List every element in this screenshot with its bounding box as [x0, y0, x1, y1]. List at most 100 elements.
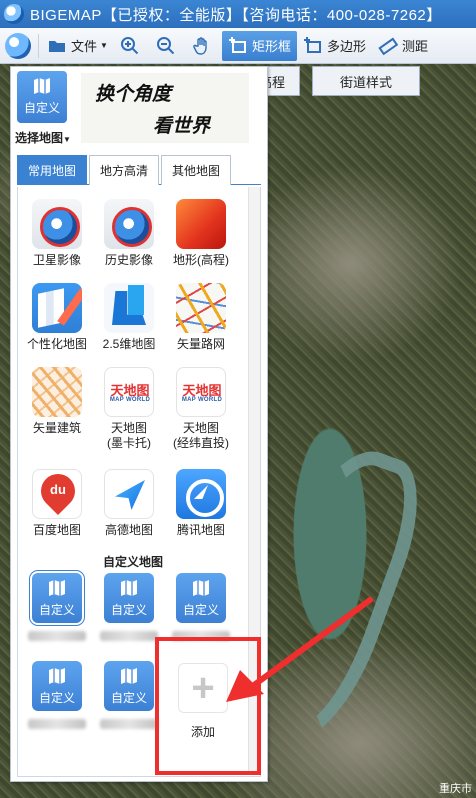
- file-menu-label: 文件: [71, 39, 98, 54]
- chevron-down-icon: ▼: [63, 135, 71, 144]
- custom-map-button[interactable]: 自定义: [32, 661, 82, 711]
- map-tile-label: 矢量建筑: [32, 421, 81, 435]
- map-tile-tianditu-latlon[interactable]: 天地图 MAP WORLD 天地图 (经纬直投): [164, 361, 238, 450]
- choose-map-dropdown[interactable]: 选择地图▼: [15, 129, 71, 146]
- custom-map-label: 自定义: [38, 603, 75, 617]
- slogan-line-2: 看世界: [153, 115, 211, 137]
- custom-maps-section-title: 自定义地图: [102, 555, 163, 569]
- zoom-in-button[interactable]: [114, 31, 150, 61]
- baidu-logo-text: du: [50, 482, 66, 497]
- polygon-tool-button[interactable]: 多边形: [297, 31, 372, 61]
- zoom-out-icon: [156, 36, 175, 54]
- rectangle-select-icon: [228, 36, 246, 53]
- toolbar-divider: [38, 33, 39, 58]
- custom-style-map-icon: [32, 283, 82, 333]
- gaode-map-icon: [104, 469, 154, 519]
- tianditu-logo-sub: MAP WORLD: [109, 397, 151, 403]
- polygon-tool-label: 多边形: [326, 39, 366, 54]
- map-tile-label: 高德地图: [104, 523, 153, 537]
- map-tile-label: 卫星影像: [32, 253, 81, 267]
- terrain-icon: [176, 199, 226, 249]
- map-25d-icon: [104, 283, 154, 333]
- google-earth-icon: [32, 199, 82, 249]
- ruler-icon: [378, 37, 398, 55]
- custom-map-button[interactable]: 自定义: [32, 573, 82, 623]
- tab-common-maps[interactable]: 常用地图: [17, 155, 87, 185]
- map-place-label: 重庆市: [439, 783, 472, 795]
- custom-map-button[interactable]: 自定义: [17, 71, 67, 123]
- app-logo-icon: [4, 4, 24, 24]
- vector-road-icon: [176, 283, 226, 333]
- map-tile-vector-building[interactable]: 矢量建筑: [20, 361, 94, 447]
- map-tile-label: 地形(高程): [173, 253, 229, 267]
- map-tile-tencent[interactable]: 腾讯地图: [164, 463, 238, 549]
- tianditu-latlon-icon: 天地图 MAP WORLD: [176, 367, 226, 417]
- custom-map-button[interactable]: 自定义: [176, 573, 226, 623]
- map-tile-history[interactable]: 历史影像: [92, 193, 166, 279]
- pan-button[interactable]: [186, 31, 222, 61]
- custom-map-label: 自定义: [110, 691, 147, 705]
- title-bar: BIGEMAP【已授权：全能版】【咨询电话：400-028-7262】: [0, 0, 476, 28]
- custom-map-button[interactable]: 自定义: [104, 661, 154, 711]
- map-tile-label: 矢量路网: [176, 337, 225, 351]
- map-tile-satellite[interactable]: 卫星影像: [20, 193, 94, 279]
- rectangle-tool-label: 矩形框: [251, 39, 291, 54]
- tab-other-maps[interactable]: 其他地图: [161, 155, 231, 185]
- map-tabs: 常用地图 地方高清 其他地图: [17, 155, 261, 185]
- map-tile-label: 2.5维地图: [102, 337, 156, 351]
- map-tile-tianditu-mercator[interactable]: 天地图 MAP WORLD 天地图 (墨卡托): [92, 361, 166, 450]
- map-tile-vector-road[interactable]: 矢量路网: [164, 277, 238, 363]
- tianditu-logo-sub: MAP WORLD: [181, 397, 223, 403]
- main-menu-button[interactable]: [0, 28, 36, 64]
- hand-icon: [193, 36, 207, 55]
- red-arrow-icon: [226, 597, 373, 702]
- custom-map-button[interactable]: 自定义: [104, 573, 154, 623]
- zoom-out-button[interactable]: [150, 31, 186, 61]
- tencent-map-icon: [176, 469, 226, 519]
- blurred-name: [100, 719, 158, 729]
- map-tile-label: 天地图 (经纬直投): [173, 421, 229, 450]
- folder-icon: [49, 40, 65, 52]
- slogan-line-1: 换个角度: [95, 83, 172, 105]
- custom-map-label: 自定义: [23, 101, 60, 115]
- google-earth-history-icon: [104, 199, 154, 249]
- folded-map-icon: [49, 580, 65, 596]
- baidu-map-icon: du: [32, 469, 82, 519]
- folded-map-icon: [49, 668, 65, 684]
- custom-map-item[interactable]: 自定义: [20, 573, 94, 653]
- toolbar: 文件 ▼ 矩形框 多边形 测距: [0, 28, 476, 64]
- tab-local-hd[interactable]: 地方高清: [89, 155, 159, 185]
- blurred-name: [100, 631, 158, 641]
- custom-map-label: 自定义: [182, 603, 219, 617]
- slogan-banner: 换个角度 看世界: [81, 73, 249, 143]
- map-tile-gaode[interactable]: 高德地图: [92, 463, 166, 549]
- measure-tool-button[interactable]: 测距: [372, 31, 434, 61]
- tianditu-mercator-icon: 天地图 MAP WORLD: [104, 367, 154, 417]
- zoom-in-icon: [120, 36, 139, 54]
- map-tile-terrain[interactable]: 地形(高程): [164, 193, 238, 279]
- map-tile-custom-style[interactable]: 个性化地图: [20, 277, 94, 363]
- map-tile-label: 天地图 (墨卡托): [107, 421, 151, 450]
- folded-map-icon: [193, 580, 209, 596]
- blurred-name: [28, 631, 86, 641]
- panel-header: 自定义 选择地图▼ 换个角度 看世界: [11, 67, 267, 151]
- file-menu-button[interactable]: 文件 ▼: [41, 31, 114, 61]
- map-tile-label: 历史影像: [104, 253, 153, 267]
- custom-map-label: 自定义: [110, 603, 147, 617]
- map-tile-25d[interactable]: 2.5维地图: [92, 277, 166, 363]
- vector-building-icon: [32, 367, 82, 417]
- custom-map-label: 自定义: [38, 691, 75, 705]
- folded-map-icon: [121, 668, 137, 684]
- measure-tool-label: 测距: [401, 39, 428, 54]
- blurred-name: [28, 719, 86, 729]
- custom-map-item[interactable]: 自定义: [20, 661, 94, 741]
- map-tile-baidu[interactable]: du 百度地图: [20, 463, 94, 549]
- choose-map-label: 选择地图: [15, 131, 64, 145]
- folded-map-icon: [121, 580, 137, 596]
- chevron-down-icon: ▼: [100, 41, 108, 50]
- street-style-button[interactable]: 街道样式: [312, 66, 420, 96]
- rectangle-tool-button[interactable]: 矩形框: [221, 30, 297, 61]
- globe-icon: [5, 32, 31, 59]
- polygon-select-icon: [303, 36, 321, 53]
- folded-map-icon: [34, 78, 50, 94]
